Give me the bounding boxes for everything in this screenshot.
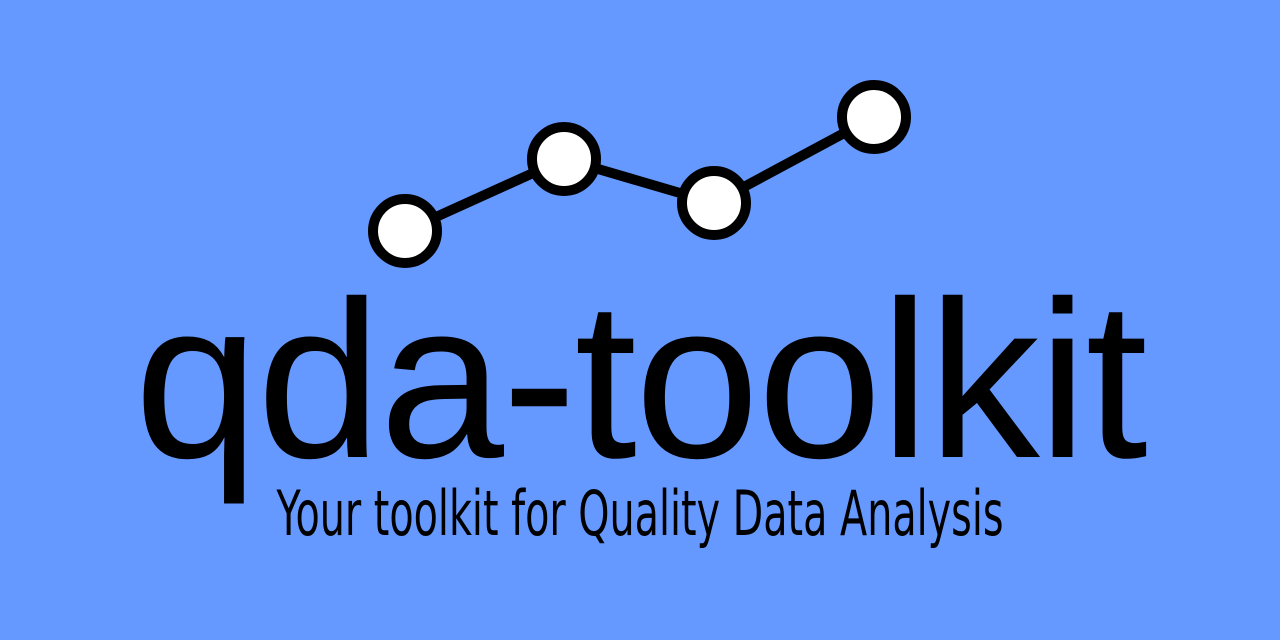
banner: qda-toolkit Your toolkit for Quality Dat… <box>0 0 1280 640</box>
logo-node-3 <box>677 166 751 240</box>
logo-node-1 <box>368 194 442 268</box>
tagline-text: Your toolkit for Quality Data Analysis <box>276 477 1004 550</box>
logo-line <box>400 112 879 236</box>
project-tagline: Your toolkit for Quality Data Analysis <box>0 478 1280 550</box>
project-title: qda-toolkit <box>134 255 1147 505</box>
logo-node-4 <box>837 80 911 154</box>
logo-node-2 <box>527 122 601 196</box>
